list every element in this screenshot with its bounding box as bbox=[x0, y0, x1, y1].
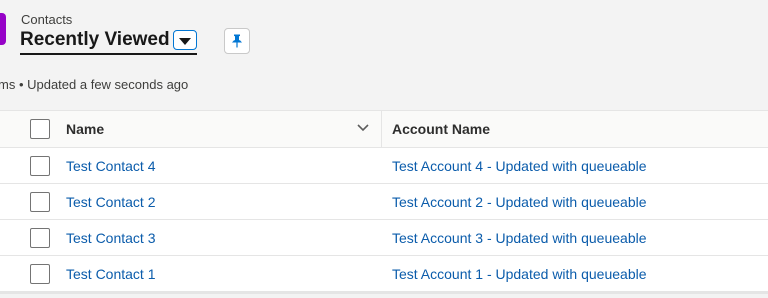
account-name-link[interactable]: Test Account 2 - Updated with queueable bbox=[392, 194, 647, 210]
table-row: Test Contact 1 Test Account 1 - Updated … bbox=[0, 256, 768, 292]
list-view-selector[interactable]: Recently Viewed bbox=[20, 28, 197, 55]
contact-name-cell: Test Contact 4 bbox=[58, 148, 382, 183]
contact-name-cell: Test Contact 1 bbox=[58, 256, 382, 291]
account-name-cell: Test Account 4 - Updated with queueable bbox=[382, 148, 768, 183]
row-select-cell bbox=[0, 227, 58, 248]
pin-list-view-button[interactable] bbox=[224, 28, 250, 54]
column-header-name[interactable]: Name bbox=[58, 111, 382, 147]
column-header-account-label: Account Name bbox=[392, 121, 491, 137]
contact-name-link[interactable]: Test Contact 3 bbox=[66, 230, 156, 246]
table-header-row: Name Account Name bbox=[0, 111, 768, 148]
column-header-account-name[interactable]: Account Name bbox=[382, 111, 768, 147]
table-bottom-border bbox=[0, 292, 768, 294]
account-name-cell: Test Account 1 - Updated with queueable bbox=[382, 256, 768, 291]
list-view-title[interactable]: Recently Viewed bbox=[20, 28, 170, 52]
list-view-switch-button[interactable] bbox=[172, 30, 197, 50]
contact-name-link[interactable]: Test Contact 1 bbox=[66, 266, 156, 282]
contact-name-cell: Test Contact 2 bbox=[58, 184, 382, 219]
table-row: Test Contact 3 Test Account 3 - Updated … bbox=[0, 220, 768, 256]
list-status-text: ms • Updated a few seconds ago bbox=[0, 77, 189, 92]
account-name-link[interactable]: Test Account 1 - Updated with queueable bbox=[392, 266, 647, 282]
row-checkbox[interactable] bbox=[30, 191, 50, 212]
account-name-link[interactable]: Test Account 3 - Updated with queueable bbox=[392, 230, 647, 246]
chevron-down-icon bbox=[178, 37, 191, 45]
contact-name-link[interactable]: Test Contact 2 bbox=[66, 194, 156, 210]
select-all-checkbox[interactable] bbox=[30, 119, 50, 139]
object-label: Contacts bbox=[21, 12, 73, 27]
select-all-cell bbox=[0, 119, 58, 139]
contact-object-icon bbox=[0, 13, 6, 45]
row-checkbox[interactable] bbox=[30, 227, 50, 248]
account-name-cell: Test Account 3 - Updated with queueable bbox=[382, 220, 768, 255]
row-select-cell bbox=[0, 263, 58, 284]
row-select-cell bbox=[0, 155, 58, 176]
column-header-name-label: Name bbox=[66, 121, 105, 137]
row-checkbox[interactable] bbox=[30, 263, 50, 284]
chevron-down-icon[interactable] bbox=[357, 123, 369, 133]
pin-icon bbox=[232, 34, 242, 48]
account-name-cell: Test Account 2 - Updated with queueable bbox=[382, 184, 768, 219]
table-row: Test Contact 2 Test Account 2 - Updated … bbox=[0, 184, 768, 220]
account-name-link[interactable]: Test Account 4 - Updated with queueable bbox=[392, 158, 647, 174]
table-row: Test Contact 4 Test Account 4 - Updated … bbox=[0, 148, 768, 184]
contact-name-link[interactable]: Test Contact 4 bbox=[66, 158, 156, 174]
contact-name-cell: Test Contact 3 bbox=[58, 220, 382, 255]
data-table: Name Account Name Test Contact 4 Test Ac… bbox=[0, 110, 768, 294]
row-checkbox[interactable] bbox=[30, 155, 50, 176]
row-select-cell bbox=[0, 191, 58, 212]
